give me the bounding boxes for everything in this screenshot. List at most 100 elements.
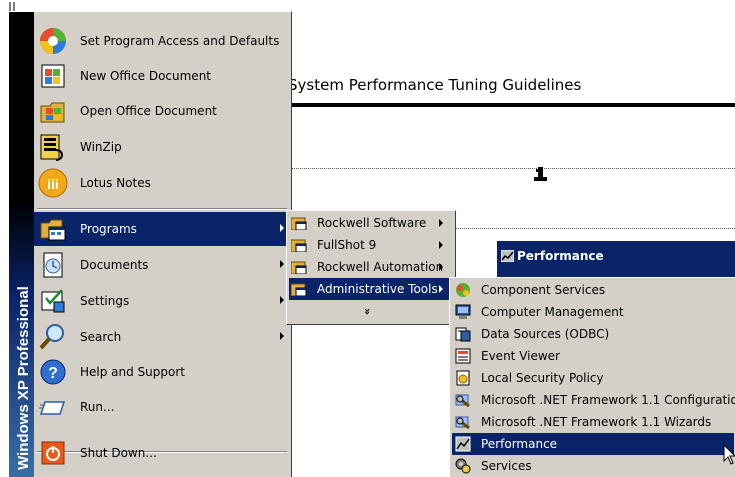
shutdown-icon — [38, 438, 68, 468]
document-dotted-divider — [288, 168, 735, 169]
programs-icon — [38, 214, 68, 244]
submenu-item-label: Administrative Tools — [317, 282, 438, 296]
menu-item-lotus-notes[interactable]: iii Lotus Notes — [34, 166, 290, 200]
settings-icon — [38, 286, 68, 316]
program-group-icon — [290, 260, 307, 275]
dotnet-wizards-icon — [455, 414, 471, 430]
svg-text:iii: iii — [47, 176, 59, 192]
performance-window-titlebar[interactable]: Performance — [497, 241, 735, 277]
open-office-document-icon — [38, 96, 68, 126]
menu-item-new-office-document[interactable]: New Office Document — [34, 59, 290, 93]
program-group-icon — [290, 238, 307, 253]
submenu-item-fullshot-9[interactable]: FullShot 9 — [289, 234, 451, 256]
performance-icon — [455, 436, 471, 452]
menu-item-label: Programs — [80, 222, 137, 236]
component-services-icon — [455, 282, 471, 298]
expand-menu-chevron-icon[interactable]: » — [361, 308, 374, 315]
menu-item-label: WinZip — [80, 140, 122, 154]
submenu-arrow-icon — [439, 219, 443, 227]
submenu-item-label: FullShot 9 — [317, 238, 377, 252]
submenu-arrow-icon — [280, 332, 284, 340]
program-access-icon — [38, 26, 68, 56]
menu-item-label: Settings — [80, 294, 130, 308]
menu-item-label: Documents — [80, 258, 149, 272]
menu-item-set-program-access[interactable]: Set Program Access and Defaults — [34, 24, 290, 58]
menu-item-programs[interactable]: Programs — [34, 212, 290, 246]
submenu-item-label: Performance — [481, 437, 558, 451]
menu-item-label: Help and Support — [80, 365, 185, 379]
submenu-item-data-sources[interactable]: Data Sources (ODBC) — [452, 323, 734, 345]
menu-item-label: Open Office Document — [80, 104, 217, 118]
submenu-item-label: Data Sources (ODBC) — [481, 327, 610, 341]
documents-icon — [38, 250, 68, 280]
winzip-icon — [38, 132, 68, 162]
data-sources-icon — [455, 326, 471, 342]
search-icon — [38, 322, 68, 352]
menu-item-label: Set Program Access and Defaults — [80, 34, 280, 48]
menu-item-open-office-document[interactable]: Open Office Document — [34, 94, 290, 128]
start-menu-banner-label: Windows XP Professional — [9, 12, 34, 477]
submenu-item-label: Local Security Policy — [481, 371, 604, 385]
menu-item-run[interactable]: Run... — [34, 390, 290, 424]
menu-item-label: Shut Down... — [80, 446, 157, 460]
performance-window-title: Performance — [517, 249, 604, 263]
menu-item-search[interactable]: Search — [34, 320, 290, 354]
menu-item-help-and-support[interactable]: ? Help and Support — [34, 355, 290, 389]
menu-item-label: New Office Document — [80, 69, 211, 83]
administrative-tools-submenu: Component Services Computer Management D… — [449, 277, 735, 477]
submenu-item-local-security-policy[interactable]: Local Security Policy — [452, 367, 734, 389]
programs-submenu: Rockwell Software FullShot 9 Rockwell Au… — [286, 210, 456, 325]
services-icon — [455, 458, 471, 474]
menu-item-label: Run... — [80, 400, 115, 414]
submenu-item-dotnet-wizards[interactable]: Microsoft .NET Framework 1.1 Wizards — [452, 411, 734, 433]
menu-item-winzip[interactable]: WinZip — [34, 130, 290, 164]
submenu-item-label: Microsoft .NET Framework 1.1 Wizards — [481, 415, 712, 429]
submenu-item-label: Rockwell Automation — [317, 260, 444, 274]
help-icon: ? — [38, 357, 68, 387]
submenu-item-rockwell-automation[interactable]: Rockwell Automation — [289, 256, 451, 278]
document-title-rule — [288, 103, 735, 107]
submenu-item-performance[interactable]: Performance — [452, 433, 734, 455]
event-viewer-icon — [455, 348, 471, 364]
menu-item-label: Lotus Notes — [80, 176, 151, 190]
submenu-item-label: Services — [481, 459, 532, 473]
submenu-arrow-icon — [439, 263, 443, 271]
lotus-notes-icon: iii — [38, 168, 68, 198]
submenu-item-services[interactable]: Services — [452, 455, 734, 477]
submenu-item-label: Event Viewer — [481, 349, 560, 363]
document-anchor-icon — [534, 167, 547, 185]
submenu-arrow-icon — [280, 296, 284, 304]
menu-item-label: Search — [80, 330, 122, 344]
menu-item-documents[interactable]: Documents — [34, 248, 290, 282]
security-policy-icon — [455, 370, 471, 386]
submenu-item-label: Computer Management — [481, 305, 624, 319]
submenu-arrow-icon — [439, 241, 443, 249]
submenu-item-component-services[interactable]: Component Services — [452, 279, 734, 301]
document-title: System Performance Tuning Guidelines — [288, 76, 582, 94]
mouse-pointer-icon — [723, 443, 735, 466]
run-icon — [38, 392, 68, 422]
start-menu: Windows XP Professional Set Program Acce… — [8, 11, 292, 477]
computer-management-icon — [455, 304, 471, 320]
dotnet-config-icon — [455, 392, 471, 408]
program-group-icon — [290, 282, 307, 297]
menu-item-shut-down[interactable]: Shut Down... — [34, 436, 290, 470]
menu-separator — [37, 208, 287, 210]
program-group-icon — [290, 216, 307, 231]
windows-xp-professional-label: Windows XP Professional — [15, 286, 32, 470]
new-office-document-icon — [38, 61, 68, 91]
submenu-arrow-icon — [280, 260, 284, 268]
svg-text:?: ? — [48, 365, 58, 382]
submenu-item-label: Component Services — [481, 283, 606, 297]
performance-icon — [500, 249, 515, 263]
submenu-item-administrative-tools[interactable]: Administrative Tools — [289, 278, 451, 300]
submenu-item-event-viewer[interactable]: Event Viewer — [452, 345, 734, 367]
submenu-item-dotnet-configuration[interactable]: Microsoft .NET Framework 1.1 Configurati… — [452, 389, 735, 411]
document-dotted-divider — [455, 228, 735, 229]
submenu-item-computer-management[interactable]: Computer Management — [452, 301, 734, 323]
menu-item-settings[interactable]: Settings — [34, 284, 290, 318]
submenu-arrow-icon — [280, 224, 284, 232]
submenu-item-label: Rockwell Software — [317, 216, 427, 230]
submenu-arrow-icon — [439, 285, 443, 293]
submenu-item-rockwell-software[interactable]: Rockwell Software — [289, 212, 451, 234]
